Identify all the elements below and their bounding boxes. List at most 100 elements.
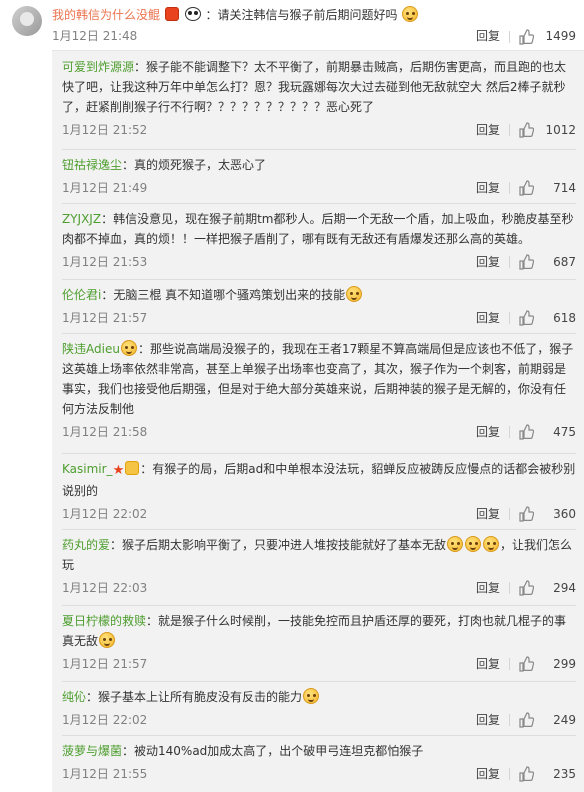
- reply-item: 可爱到炸源源：猴子能不能调整下？太不平衡了，前期暴击贼高，后期伤害更高，而且跑的…: [62, 57, 576, 139]
- like-count: 1499: [545, 29, 576, 43]
- like-button[interactable]: 1012: [518, 121, 576, 139]
- reply-username[interactable]: Kasimir_: [62, 462, 113, 476]
- reply-item: 钮祜禄逸尘：真的烦死猴子，太恶心了 1月12日 21:49 回复 714: [62, 155, 576, 197]
- reply-item: Kasimir_★ ：有猴子的局，后期ad和中单根本没法玩，貂蝉反应被踌反应慢点的…: [62, 459, 576, 523]
- smile-emoji-icon: [99, 632, 116, 648]
- reply-button[interactable]: 回复: [476, 505, 500, 523]
- reply-button[interactable]: 回复: [476, 765, 500, 783]
- reply-text: Kasimir_★ ：有猴子的局，后期ad和中单根本没法玩，貂蝉反应被踌反应慢点的…: [62, 459, 576, 501]
- like-count: 1012: [545, 123, 576, 137]
- reply-item: 伦伦君i：无脑三棍 真不知道哪个骚鸡策划出来的技能 1月12日 21:57 回复…: [62, 285, 576, 327]
- like-button[interactable]: 687: [518, 253, 576, 271]
- reply-footer: 1月12日 21:52 回复 1012: [62, 121, 576, 139]
- divider: [509, 658, 510, 670]
- reply-button[interactable]: 回复: [476, 309, 500, 327]
- reply-text: 钮祜禄逸尘：真的烦死猴子，太恶心了: [62, 155, 576, 175]
- reply-button[interactable]: 回复: [476, 423, 500, 441]
- like-count: 299: [553, 657, 576, 671]
- thumbs-up-icon: [519, 254, 534, 270]
- thumbs-up-icon: [519, 712, 534, 728]
- like-count: 360: [553, 507, 576, 521]
- divider: [62, 735, 576, 736]
- reply-button[interactable]: 回复: [476, 711, 500, 729]
- divider: [509, 714, 510, 726]
- reply-item: 菠萝与爆菌：被动140%ad加成太高了，出个破甲弓连坦克都怕猴子 1月12日 2…: [62, 741, 576, 783]
- reply-button[interactable]: 回复: [476, 28, 500, 44]
- reply-footer: 1月12日 22:02 回复 249: [62, 711, 576, 729]
- reply-text: 可爱到炸源源：猴子能不能调整下？太不平衡了，前期暴击贼高，后期伤害更高，而且跑的…: [62, 57, 576, 117]
- reply-footer: 1月12日 21:55 回复 235: [62, 765, 576, 783]
- divider: [62, 681, 576, 682]
- reply-username[interactable]: 夏日柠檬的救赎: [62, 614, 146, 628]
- reply-footer: 1月12日 21:49 回复 714: [62, 179, 576, 197]
- reply-username[interactable]: 可爱到炸源源: [62, 60, 134, 74]
- like-count: 687: [553, 255, 576, 269]
- reply-username[interactable]: ZYJXJZ: [62, 212, 101, 226]
- reply-footer: 1月12日 21:53 回复 687: [62, 253, 576, 271]
- comment-footer: 1月12日 21:48 回复 1499: [52, 28, 576, 46]
- reply-body: ：无脑三棍 真不知道哪个骚鸡策划出来的技能: [101, 288, 346, 302]
- reply-body: ：猴子能不能调整下？太不平衡了，前期暴击贼高，后期伤害更高，而且跑的也太快了吧，…: [62, 60, 567, 114]
- like-count: 475: [553, 425, 576, 439]
- reply-footer: 1月12日 21:58 回复 475: [62, 423, 576, 441]
- reply-button[interactable]: 回复: [476, 121, 500, 139]
- reply-button[interactable]: 回复: [476, 179, 500, 197]
- smile-emoji-icon: [465, 536, 482, 552]
- divider: [509, 124, 510, 136]
- divider: [509, 582, 510, 594]
- smile-emoji-icon: [303, 688, 320, 704]
- reply-text: 纯伈：猴子基本上让所有脆皮没有反击的能力: [62, 687, 576, 707]
- reply-text: 药丸的爱：猴子后期太影响平衡了，只要冲进人堆按技能就好了基本无敌 ，让我们怎么玩: [62, 535, 576, 575]
- reply-button[interactable]: 回复: [476, 253, 500, 271]
- thumbs-up-icon: [519, 29, 534, 45]
- reply-body: ：猴子基本上让所有脆皮没有反击的能力: [86, 690, 303, 704]
- thumbs-up-icon: [519, 310, 534, 326]
- reply-footer: 1月12日 21:57 回复 299: [62, 655, 576, 673]
- like-count: 249: [553, 713, 576, 727]
- avatar[interactable]: [12, 6, 42, 36]
- reply-item: 药丸的爱：猴子后期太影响平衡了，只要冲进人堆按技能就好了基本无敌 ，让我们怎么玩 …: [62, 535, 576, 597]
- reply-footer: 1月12日 21:57 回复 618: [62, 309, 576, 327]
- reply-username[interactable]: 伦伦君i: [62, 288, 101, 302]
- like-button[interactable]: 235: [518, 765, 576, 783]
- divider: [62, 453, 576, 454]
- member-badge-icon: [164, 7, 179, 21]
- like-button[interactable]: 249: [518, 711, 576, 729]
- member-badge-icon: [125, 461, 140, 475]
- reply-username[interactable]: 陕违Adieu: [62, 342, 120, 356]
- divider: [509, 508, 510, 520]
- like-button[interactable]: 294: [518, 579, 576, 597]
- main-comment: 我的韩信为什么没鲲 ：请关注韩信与猴子前后期问题好吗 1月12日 21:48 回…: [0, 0, 584, 48]
- thumbs-up-icon: [519, 766, 534, 782]
- like-button[interactable]: 1499: [518, 28, 576, 46]
- smile-emoji-icon: [120, 340, 137, 356]
- reply-text: ZYJXJZ：韩信没意见，现在猴子前期tm都秒人。后期一个无敌一个盾，加上吸血，…: [62, 209, 576, 249]
- reply-button[interactable]: 回复: [476, 655, 500, 673]
- like-button[interactable]: 714: [518, 179, 576, 197]
- divider: [509, 768, 510, 780]
- divider: [62, 279, 576, 280]
- username-link[interactable]: 我的韩信为什么没鲲: [52, 8, 160, 22]
- comment-body: ：请关注韩信与猴子前后期问题好吗: [205, 8, 398, 22]
- reply-username[interactable]: 钮祜禄逸尘: [62, 158, 122, 172]
- divider: [62, 605, 576, 606]
- reply-item: ZYJXJZ：韩信没意见，现在猴子前期tm都秒人。后期一个无敌一个盾，加上吸血，…: [62, 209, 576, 271]
- divider: [509, 426, 510, 438]
- reply-body: ：被动140%ad加成太高了，出个破甲弓连坦克都怕猴子: [122, 744, 424, 758]
- reply-username[interactable]: 菠萝与爆菌: [62, 744, 122, 758]
- like-button[interactable]: 618: [518, 309, 576, 327]
- thumbs-up-icon: [519, 122, 534, 138]
- like-button[interactable]: 299: [518, 655, 576, 673]
- reply-footer: 1月12日 22:02 回复 360: [62, 505, 576, 523]
- reply-list: 可爱到炸源源：猴子能不能调整下？太不平衡了，前期暴击贼高，后期伤害更高，而且跑的…: [52, 50, 584, 792]
- like-count: 235: [553, 767, 576, 781]
- panda-emoji-icon: [184, 7, 201, 21]
- reply-username[interactable]: 纯伈: [62, 690, 86, 704]
- like-button[interactable]: 360: [518, 505, 576, 523]
- thumbs-up-icon: [519, 656, 534, 672]
- reply-button[interactable]: 回复: [476, 579, 500, 597]
- divider: [62, 333, 576, 334]
- reply-footer: 1月12日 22:03 回复 294: [62, 579, 576, 597]
- reply-username[interactable]: 药丸的爱: [62, 538, 110, 552]
- like-button[interactable]: 475: [518, 423, 576, 441]
